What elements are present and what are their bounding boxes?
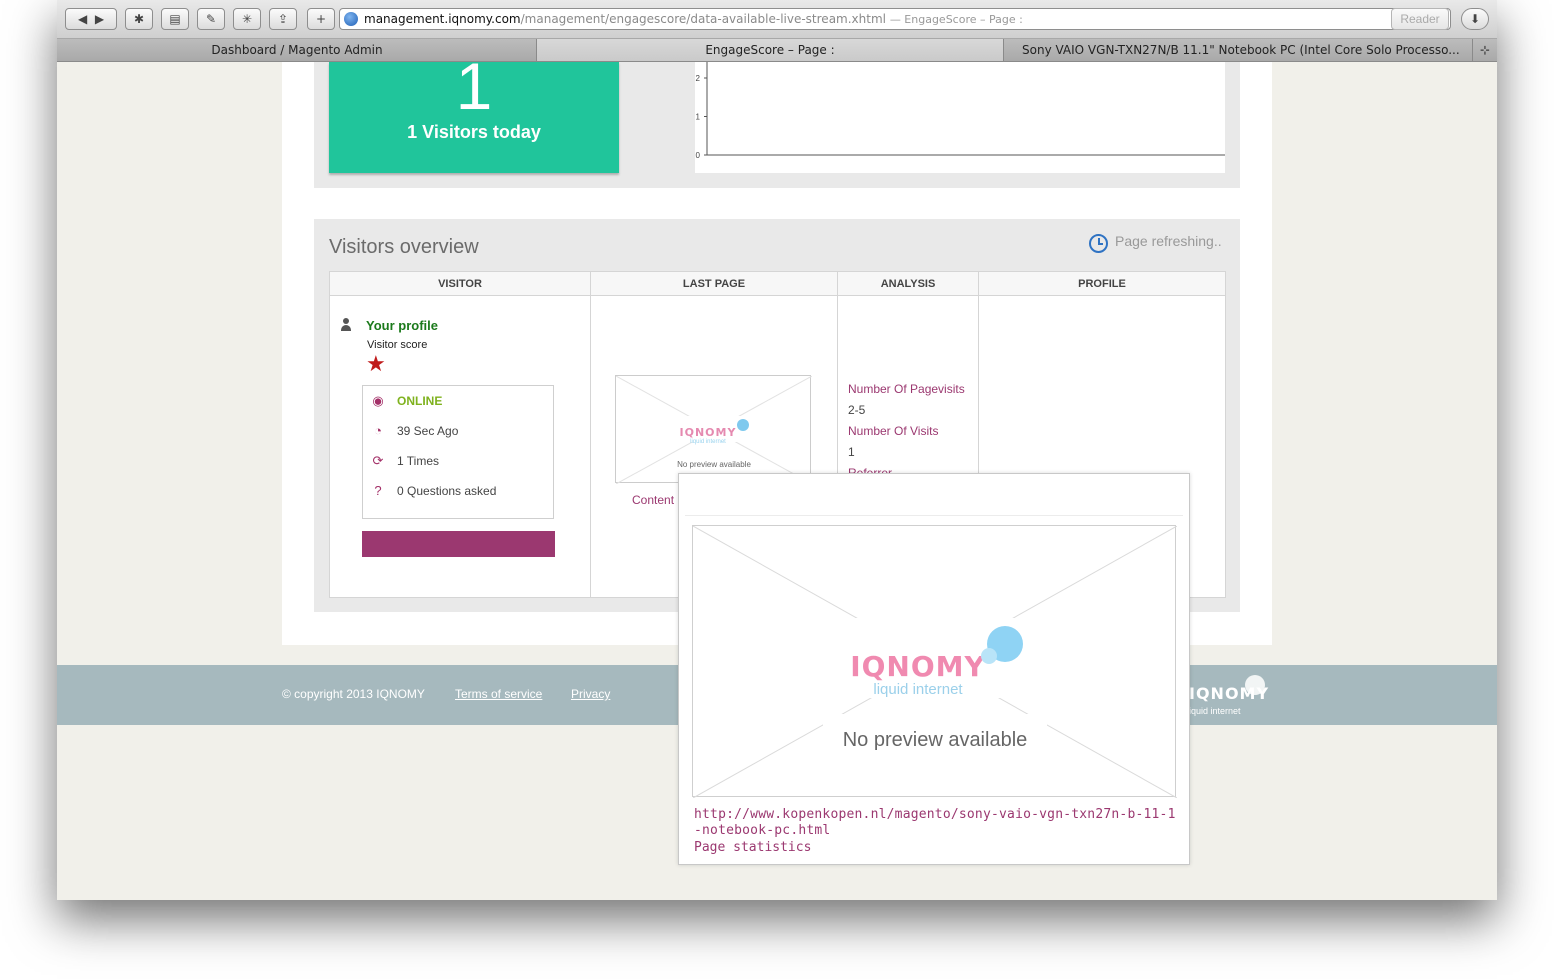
url-path: /management/engagescore/data-available-l…	[520, 12, 886, 26]
tab-bar: Dashboard / Magento Admin EngageScore – …	[57, 39, 1497, 62]
preview-url[interactable]: http://www.kopenkopen.nl/magento/sony-va…	[694, 807, 1178, 839]
y-tick-label: 2	[696, 74, 701, 83]
page-statistics-link[interactable]: Page statistics	[694, 840, 811, 855]
col-last-page: LAST PAGE	[590, 271, 838, 296]
visitor-score-label: Visitor score	[367, 339, 428, 351]
extension-icon-2[interactable]: ✎	[197, 8, 225, 30]
refresh-text: Page refreshing..	[1115, 233, 1222, 249]
analysis-value-pagevisits: 2-5	[848, 403, 866, 417]
visitor-action-button[interactable]	[362, 531, 555, 557]
person-icon	[341, 318, 351, 332]
clock-small-icon: ◔	[374, 423, 382, 438]
thumb-no-preview: No preview available	[677, 460, 751, 469]
question-icon: ?	[374, 483, 382, 498]
tab-engagescore[interactable]: EngageScore – Page :	[536, 39, 1004, 61]
no-preview-text: No preview available	[842, 729, 1028, 751]
new-tab-plus-icon[interactable]: +	[307, 8, 335, 30]
chart-axis	[706, 62, 1225, 156]
thumb-logo-sub: liquid internet	[690, 439, 726, 445]
browser-window: ◀ ▶ ✱ ▤ ✎ ✳ ⇪ + management.iqnomy.com/ma…	[57, 0, 1497, 900]
col-profile: PROFILE	[978, 271, 1226, 296]
globe-icon	[344, 12, 358, 26]
extension-icon-1[interactable]: ✱	[125, 8, 153, 30]
analysis-key-visits: Number Of Visits	[848, 424, 939, 438]
visit-times: 1 Times	[397, 454, 440, 468]
tab-overview-icon[interactable]: ⊹	[1473, 39, 1497, 61]
y-tick-label: 0	[696, 151, 701, 160]
content-link[interactable]: Content	[632, 493, 674, 507]
footer-copyright: © copyright 2013 IQNOMY	[282, 687, 425, 701]
logo-main-text: IQNOMY	[850, 650, 986, 683]
chart-svg: 2 1 0	[696, 62, 1225, 160]
thumbnail-placeholder: IQNOMY liquid internet No preview availa…	[615, 375, 813, 485]
preview-placeholder: IQNOMY liquid internet	[693, 526, 1177, 798]
clock-icon	[1089, 234, 1108, 253]
address-bar[interactable]: management.iqnomy.com/management/engages…	[339, 8, 1451, 30]
visitors-chart: 2 1 0	[695, 62, 1225, 173]
back-icon[interactable]: ◀	[78, 12, 87, 26]
visitors-label: 1 Visitors today	[407, 122, 541, 142]
extension-icon-3[interactable]: ✳	[233, 8, 261, 30]
iqnomy-logo: IQNOMY	[850, 650, 986, 683]
y-tick-label: 1	[696, 113, 701, 122]
status-online: ONLINE	[397, 394, 443, 408]
browser-toolbar: ◀ ▶ ✱ ▤ ✎ ✳ ⇪ + management.iqnomy.com/ma…	[57, 0, 1497, 39]
bookmarks-icon[interactable]: ▤	[161, 8, 189, 30]
logo-sub-text: liquid internet	[873, 681, 963, 698]
analysis-value-visits: 1	[848, 445, 855, 459]
url-page-title: — EngageScore – Page :	[889, 13, 1023, 26]
preview-image: IQNOMY liquid internet No preview availa…	[692, 525, 1177, 798]
reader-button[interactable]: Reader	[1391, 8, 1449, 30]
tab-dashboard[interactable]: Dashboard / Magento Admin	[57, 39, 537, 61]
downloads-icon[interactable]: ⬇	[1461, 8, 1489, 30]
terms-link[interactable]: Terms of service	[455, 687, 542, 701]
footer-logo: IQNOMY liquid internet	[1187, 675, 1268, 716]
visitor-name[interactable]: Your profile	[366, 318, 438, 333]
forward-icon[interactable]: ▶	[95, 12, 104, 26]
visitor-cell: Your profile Visitor score ★ ◉ ONLINE ◔ …	[329, 295, 591, 598]
thumb-logo-main: IQNOMY	[680, 426, 737, 439]
page-content: 1 1 Visitors today 2 1 0 Visitors overview…	[57, 62, 1497, 900]
footer-logo-sub: liquid internet	[1187, 706, 1241, 716]
star-icon: ★	[366, 351, 386, 376]
col-analysis: ANALYSIS	[837, 271, 979, 296]
eye-icon: ◉	[372, 393, 384, 408]
back-forward-buttons[interactable]: ◀ ▶	[65, 8, 117, 30]
visitor-status-box: ◉ ONLINE ◔ 39 Sec Ago ⟳ 1 Times ? 0 Ques…	[362, 385, 554, 519]
refresh-icon: ⟳	[372, 453, 384, 468]
overview-title: Visitors overview	[329, 236, 479, 258]
last-seen: 39 Sec Ago	[397, 424, 459, 438]
url-host: management.iqnomy.com	[364, 12, 521, 26]
page-thumbnail[interactable]: IQNOMY liquid internet No preview availa…	[615, 375, 813, 485]
questions-asked: 0 Questions asked	[397, 484, 497, 498]
tab-sony-vaio[interactable]: Sony VAIO VGN-TXN27N/B 11.1" Notebook PC…	[1004, 39, 1472, 61]
visitors-today-tile: 1 1 Visitors today	[329, 62, 619, 173]
page-preview-popup: IQNOMY liquid internet No preview availa…	[678, 473, 1190, 865]
col-visitor: VISITOR	[329, 271, 591, 296]
share-icon[interactable]: ⇪	[269, 8, 297, 30]
privacy-link[interactable]: Privacy	[571, 687, 610, 701]
analysis-key-pagevisits: Number Of Pagevisits	[848, 382, 965, 396]
visitors-count: 1	[455, 62, 493, 123]
